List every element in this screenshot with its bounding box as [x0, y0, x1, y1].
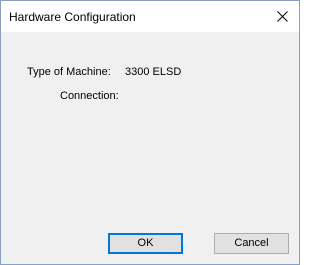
machine-type-value: 3300 ELSD	[125, 66, 182, 78]
ok-button[interactable]: OK	[108, 233, 183, 254]
close-icon	[276, 11, 288, 22]
dialog-content: Type of Machine: 3300 ELSD Connection: O…	[1, 32, 299, 264]
window-title: Hardware Configuration	[9, 10, 136, 24]
close-button[interactable]	[265, 1, 299, 32]
cancel-button[interactable]: Cancel	[214, 233, 289, 254]
title-bar[interactable]: Hardware Configuration	[1, 1, 299, 32]
hardware-configuration-dialog: Hardware Configuration Type of Machine: …	[0, 0, 300, 265]
machine-type-label: Type of Machine:	[27, 66, 111, 78]
connection-label: Connection:	[60, 90, 119, 102]
